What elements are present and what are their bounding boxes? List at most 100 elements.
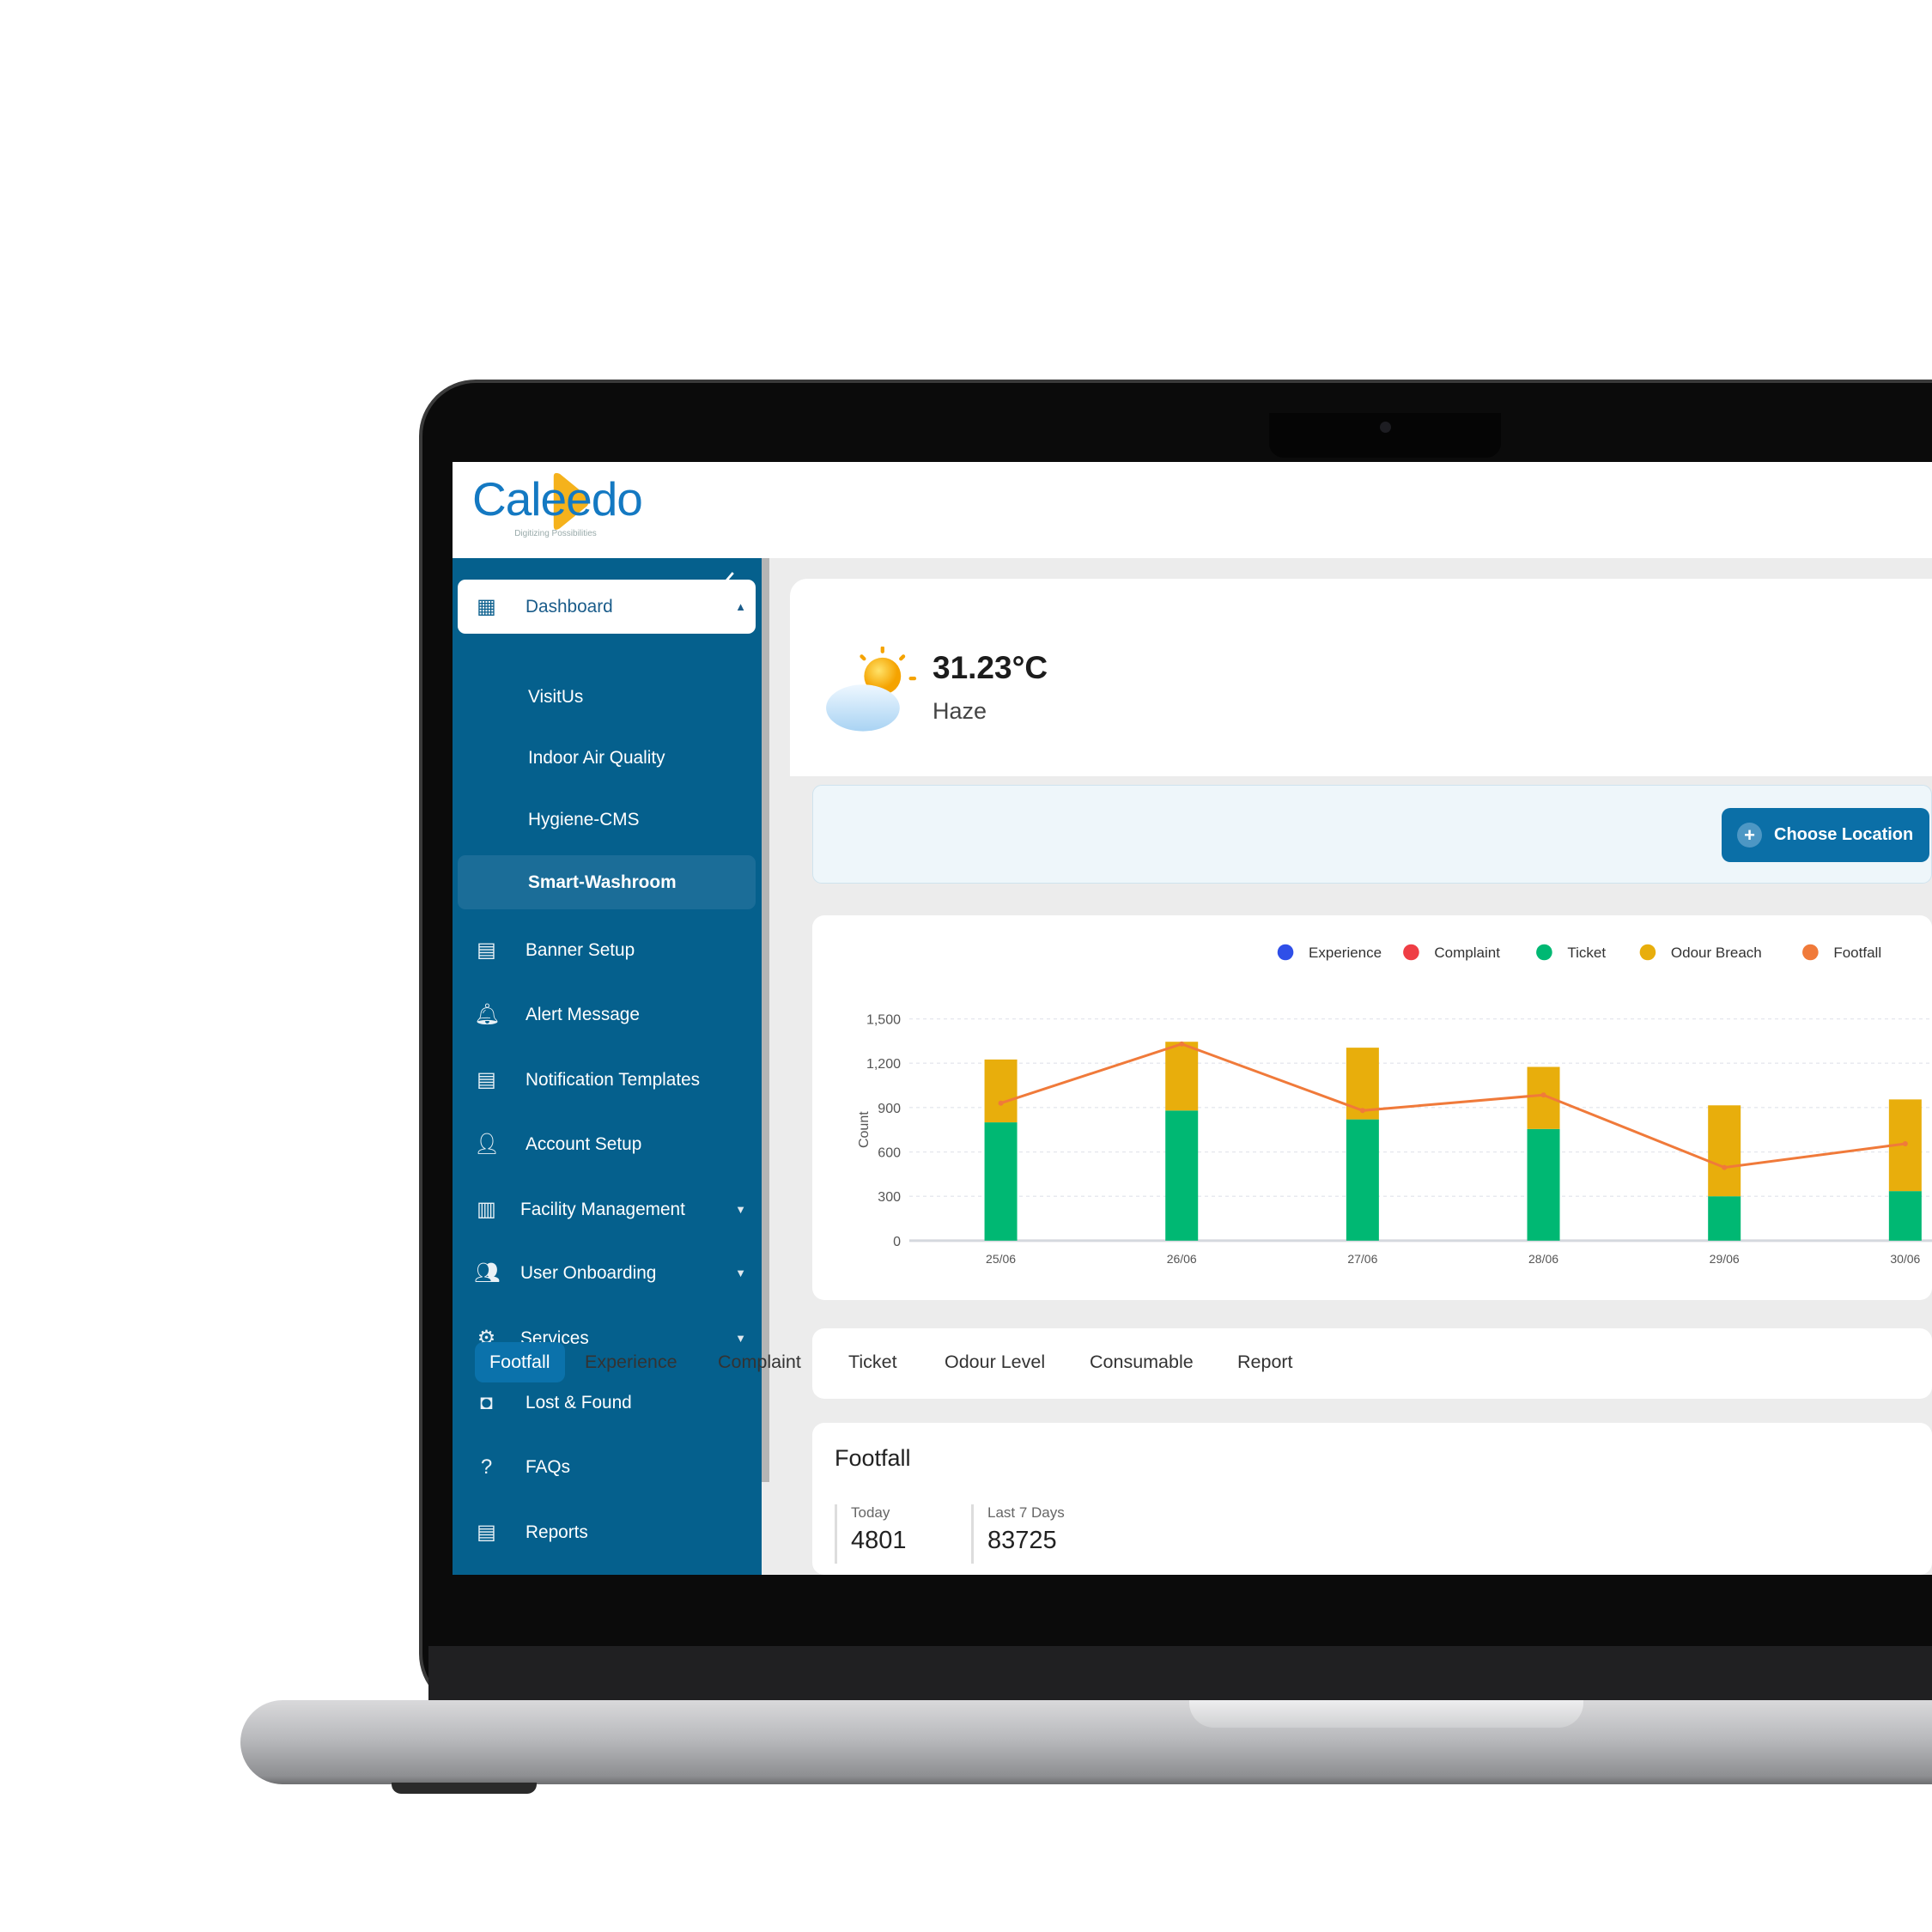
tab-experience[interactable]: Experience	[570, 1342, 692, 1382]
legend-item: Footfall	[1833, 945, 1881, 961]
weather-card: 31.23°C Haze	[790, 579, 1932, 776]
sidebar-item-label: Smart-Washroom	[528, 872, 677, 892]
tab-consumable[interactable]: Consumable	[1075, 1342, 1208, 1382]
sidebar-item-label: Facility Management	[520, 1199, 685, 1219]
caret-up-icon[interactable]: ▲	[735, 600, 746, 613]
users-icon: 👥︎	[474, 1261, 501, 1285]
chart-box-icon: ▥	[477, 1198, 496, 1221]
caret-down-icon[interactable]: ▼	[735, 1267, 746, 1279]
laptop-base	[240, 1700, 1932, 1784]
legend-marker	[1536, 944, 1552, 961]
location-bar: + Choose Location	[812, 785, 1932, 884]
today-label: Today	[851, 1504, 890, 1521]
lost-bag-icon: ◘	[480, 1391, 493, 1414]
bar-odour-breach	[1708, 1105, 1741, 1197]
tab-footfall[interactable]: Footfall	[475, 1342, 565, 1382]
weather-condition: Haze	[933, 698, 987, 724]
tab-report[interactable]: Report	[1223, 1342, 1308, 1382]
bar-odour-breach	[1527, 1066, 1560, 1129]
stacked-bar-chart: 0 300 600 900 1,200 1,500 Count 25/06 26/06 27/06…	[857, 944, 1932, 1266]
footfall-point	[1359, 1108, 1365, 1114]
legend-item: Odour Breach	[1671, 945, 1762, 961]
caret-down-icon[interactable]: ▼	[735, 1203, 746, 1216]
x-tick-label: 29/06	[1710, 1252, 1740, 1266]
stat-today: Today 4801	[835, 1504, 907, 1564]
legend-marker	[1802, 944, 1819, 961]
sidebar-item-label: Notification Templates	[526, 1069, 701, 1090]
question-bubble-icon: ?	[480, 1455, 493, 1479]
sidebar-item-smart-washroom[interactable]: Smart-Washroom	[458, 855, 756, 909]
tab-odour-level[interactable]: Odour Level	[930, 1342, 1060, 1382]
sidebar-item-label: VisitUs	[528, 686, 584, 707]
sidebar: ▦ Dashboard ▲ VisitUs Indoor Air Quality Hygi…	[453, 558, 762, 1575]
sidebar-item-lost-found[interactable]: ◘ Lost & Found	[458, 1376, 756, 1430]
sidebar-item-label: Hygiene-CMS	[528, 809, 640, 829]
logo-text: Caleedo	[472, 472, 643, 526]
footfall-point	[1902, 1141, 1908, 1147]
screen: Caleedo Digitizing Possibilities ▦ Dashbo…	[453, 462, 1932, 1575]
y-axis-label: Count	[857, 1111, 872, 1148]
y-tick-label: 0	[893, 1235, 901, 1249]
bar-ticket	[1165, 1110, 1199, 1241]
footfall-card: Footfall Today 4801 Last 7 Days 83725	[812, 1423, 1932, 1575]
y-tick-label: 900	[878, 1102, 901, 1116]
tabs-bar: Footfall Experience Complaint Ticket Odour L…	[475, 1328, 1932, 1399]
stat-last-7-days: Last 7 Days 83725	[971, 1504, 1065, 1564]
laptop-hinge	[428, 1646, 1932, 1703]
x-tick-label: 27/06	[1347, 1252, 1377, 1266]
footfall-line	[1000, 1042, 1906, 1170]
bar-odour-breach	[1165, 1042, 1199, 1111]
last-7-days-value: 83725	[987, 1527, 1057, 1554]
sidebar-item-facility-management[interactable]: ▥ Facility Management ▼	[458, 1182, 756, 1236]
sidebar-item-visitus[interactable]: VisitUs	[458, 670, 756, 724]
y-tick-label: 300	[878, 1190, 901, 1205]
legend-item: Complaint	[1434, 945, 1500, 961]
plus-icon: +	[1737, 823, 1762, 848]
sidebar-item-label: Indoor Air Quality	[528, 747, 665, 768]
chart-card: 0 300 600 900 1,200 1,500 Count 25/06 26/06 27/06…	[812, 915, 1932, 1300]
bar-ticket	[1708, 1196, 1741, 1241]
laptop-foot	[392, 1783, 537, 1794]
sidebar-item-user-onboarding[interactable]: 👥︎ User Onboarding ▼	[458, 1246, 756, 1300]
tab-complaint[interactable]: Complaint	[703, 1342, 816, 1382]
tab-ticket[interactable]: Ticket	[834, 1342, 912, 1382]
bell-icon: 🔔︎	[474, 1003, 501, 1026]
legend-item: Ticket	[1567, 945, 1606, 961]
footfall-point	[1722, 1164, 1728, 1170]
choose-location-button[interactable]: + Choose Location	[1722, 808, 1929, 862]
bar-odour-breach	[984, 1059, 1018, 1123]
sidebar-item-reports[interactable]: ▤ Reports	[458, 1505, 756, 1559]
sidebar-item-alert-message[interactable]: 🔔︎ Alert Message	[458, 987, 756, 1042]
camera-notch	[1269, 413, 1501, 458]
sidebar-item-faqs[interactable]: ? FAQs	[458, 1440, 756, 1494]
sidebar-item-label: User Onboarding	[520, 1262, 657, 1283]
sidebar-item-notification-templates[interactable]: ▤ Notification Templates	[458, 1053, 756, 1107]
sidebar-item-dashboard[interactable]: ▦ Dashboard ▲	[458, 580, 756, 634]
choose-location-label: Choose Location	[1774, 825, 1914, 844]
sidebar-item-indoor-air-quality[interactable]: Indoor Air Quality	[458, 731, 756, 785]
bar-ticket	[1346, 1119, 1379, 1241]
app-header: Caleedo Digitizing Possibilities	[453, 462, 1932, 558]
y-tick-label: 1,200	[866, 1057, 901, 1072]
sidebar-item-label: Alert Message	[526, 1004, 640, 1024]
sidebar-item-account-setup[interactable]: 👤︎ Account Setup	[458, 1117, 756, 1171]
legend-marker	[1639, 944, 1656, 961]
temperature: 31.23°C	[933, 650, 1048, 685]
notification-icon: ▤	[477, 1068, 496, 1091]
footfall-point	[1179, 1041, 1185, 1047]
sidebar-item-label: Reports	[526, 1522, 588, 1542]
camera-icon	[1380, 422, 1391, 433]
sidebar-item-hygiene-cms[interactable]: Hygiene-CMS	[458, 793, 756, 847]
x-tick-label: 28/06	[1528, 1252, 1558, 1266]
sidebar-item-label: Dashboard	[526, 596, 613, 617]
user-gear-icon: 👤︎	[474, 1133, 501, 1156]
today-value: 4801	[851, 1527, 907, 1554]
footfall-point	[998, 1100, 1004, 1106]
x-tick-label: 30/06	[1890, 1252, 1920, 1266]
sidebar-item-banner-setup[interactable]: ▤ Banner Setup	[458, 923, 756, 977]
sidebar-item-label: Banner Setup	[526, 939, 635, 960]
logo-tagline: Digitizing Possibilities	[514, 529, 597, 538]
bar-ticket	[1888, 1191, 1922, 1241]
sidebar-item-label: FAQs	[526, 1456, 571, 1477]
logo[interactable]: Caleedo Digitizing Possibilities	[472, 471, 643, 545]
